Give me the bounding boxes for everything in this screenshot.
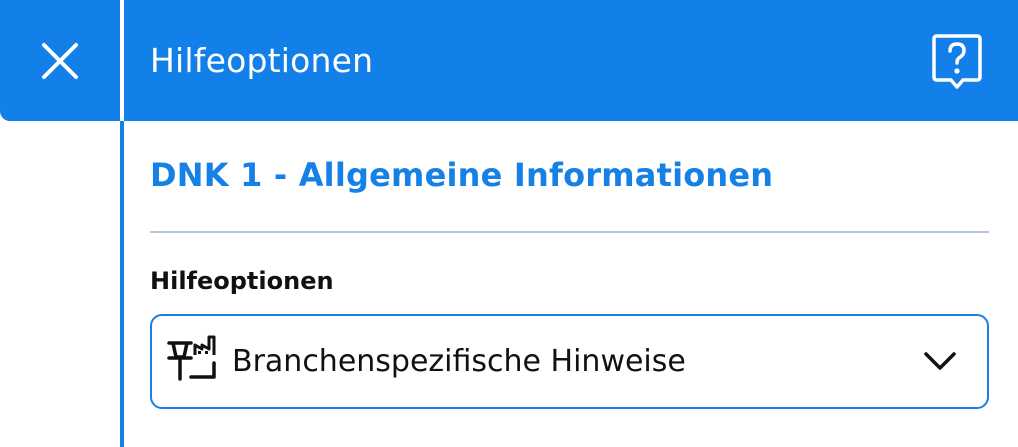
help-options-panel: Hilfeoptionen DNK 1 - Allgemeine Informa… bbox=[0, 0, 1018, 447]
help-options-select[interactable]: Branchenspezifische Hinweise bbox=[150, 314, 989, 409]
section-title: DNK 1 - Allgemeine Informationen bbox=[150, 156, 774, 194]
industry-pin-icon bbox=[167, 335, 216, 381]
header-bar: Hilfeoptionen bbox=[0, 0, 1018, 121]
header-divider bbox=[120, 0, 124, 121]
header-title: Hilfeoptionen bbox=[150, 41, 374, 80]
left-accent-rail bbox=[120, 121, 124, 447]
chevron-down-icon bbox=[924, 352, 956, 370]
close-button[interactable] bbox=[0, 0, 120, 121]
close-icon bbox=[42, 42, 78, 79]
help-options-selected-value: Branchenspezifische Hinweise bbox=[232, 344, 686, 379]
help-question-bubble-icon bbox=[932, 34, 982, 89]
help-options-label: Hilfeoptionen bbox=[150, 267, 334, 295]
section-divider bbox=[150, 231, 989, 233]
help-button[interactable] bbox=[926, 30, 988, 92]
